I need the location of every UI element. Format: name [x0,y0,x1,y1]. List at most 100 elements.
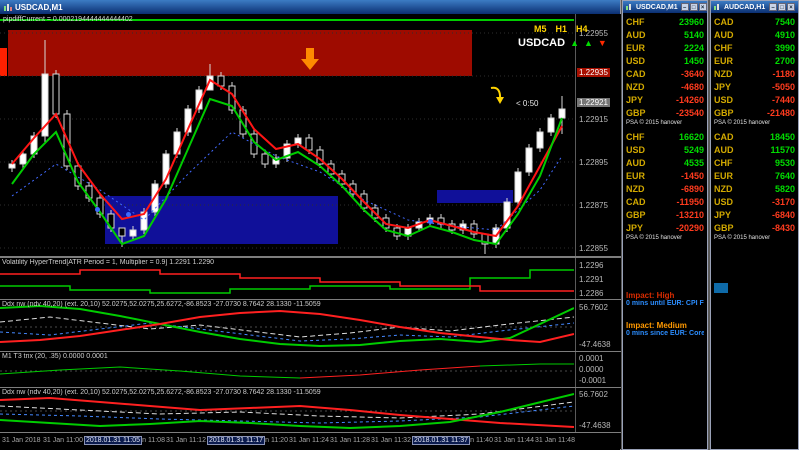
price-axis[interactable]: 1.22955 1.22935 1.22915 1.22895 1.22875 1.228… [575,14,621,256]
main-chart-panel: pipdiffCurrent = 0.0002194444444444402 M… [0,14,621,257]
news-impact-label: Impact: Medium [626,321,687,330]
currency-code: AUD [714,144,734,155]
currency-value: 16620 [678,131,704,142]
currency-value: 3990 [774,42,795,53]
minimize-button[interactable]: – [769,3,777,11]
currency-row: GBP -23540 [623,106,707,119]
currency-row: USD -3170 [711,195,798,208]
currency-row: CAD -3640 [623,67,707,80]
price-label: 56.7602 [579,303,608,312]
currency-value: -4680 [680,81,704,92]
price-label: 0.0001 [579,354,604,363]
price-label: 1.2291 [579,275,604,284]
price-chart[interactable] [0,14,574,256]
strength-window-usdcad: USDCAD,M1 – □ × CHF 23960 AUD 5140 EUR 2224 US… [622,0,708,450]
side-window-titlebar[interactable]: AUDCAD,H1 – □ × [711,1,798,13]
currency-code: CHF [626,16,645,27]
restore-button[interactable]: □ [778,3,786,11]
time-label: 31 Jan 11:28 [330,437,370,444]
close-button[interactable]: × [698,3,707,11]
minimize-button[interactable]: – [680,3,689,11]
psa-copyright: PSA © 2015 hanover [626,120,683,126]
indicator-panel-ddx-1: Ddx nw (ndv 40,20) (ext. 20,10) 52.0275,… [0,299,621,351]
currency-value: -6840 [771,209,795,220]
currency-row: NZD -4680 [623,80,707,93]
signal-dot-icon [126,212,131,217]
signal-dot-icon [428,219,433,224]
currency-value: -14260 [675,94,704,105]
close-button[interactable]: × [787,3,795,11]
currency-code: CHF [626,131,645,142]
tf-h1-label[interactable]: H1 [556,24,568,34]
currency-code: NZD [626,183,645,194]
price-label: 1.2286 [579,289,604,298]
currency-code: GBP [714,107,734,118]
currency-code: AUD [626,29,646,40]
currency-row: AUD 4535 [623,156,707,169]
strength-panel-body: CHF 23960 AUD 5140 EUR 2224 USD 1450 CAD -3640 NZD… [623,13,707,338]
currency-row: CHF 3990 [711,41,798,54]
side-window-title: USDCAD,M1 [636,3,678,11]
price-label: 1.22875 [579,201,608,210]
currency-row: AUD 11570 [711,143,798,156]
currency-value: 5140 [683,29,704,40]
news-item: Impact: Medium 0 mins since EUR: Core C [626,321,704,337]
h1-up-arrow-icon: ▲ [583,38,593,48]
price-label: 0.0000 [579,365,604,374]
currency-value: -5050 [771,81,795,92]
time-label: 31 Jan 11:44 [494,437,534,444]
signal-dot-icon [95,207,100,212]
currency-value: -20290 [675,222,704,233]
currency-code: CHF [714,157,733,168]
side-window-titlebar[interactable]: USDCAD,M1 – □ × [623,1,707,13]
currency-value: 7640 [774,170,795,181]
time-label: 31 Jan 11:12 [166,437,206,444]
mt4-workspace: USDCAD,M1 pipdiffCurrent = 0.00021944444… [0,0,799,450]
currency-row: JPY -14260 [623,93,707,106]
currency-code: EUR [626,42,646,53]
indicator-label: M1 T3 trix (20, .35) 0.0000 0.0001 [2,353,108,360]
price-label: -0.0001 [579,376,607,385]
indicator-label: Ddx nw (ndv 40,20) (ext. 20,10) 52.0275,… [2,389,321,396]
currency-value: -11950 [676,196,704,207]
price-label: -47.4638 [579,421,611,430]
indicator-axis[interactable]: 0.0001 0.0000 -0.0001 [575,352,621,387]
currency-row: USD 5249 [623,143,707,156]
currency-row: NZD -1180 [711,67,798,80]
indicator-axis[interactable]: 56.7602 -47.4638 [575,300,621,351]
time-label: 31 Jan 2018 [2,437,41,444]
currency-row: JPY -20290 [623,221,707,234]
chart-window-usdcad-m1: USDCAD,M1 pipdiffCurrent = 0.00021944444… [0,0,621,450]
currency-row: CAD -11950 [623,195,707,208]
indicator-axis[interactable]: 56.7602 -47.4638 [575,388,621,432]
currency-row: JPY -6840 [711,208,798,221]
currency-value: -1180 [772,68,795,79]
main-window-titlebar[interactable]: USDCAD,M1 [0,0,620,14]
currency-code: EUR [714,170,734,181]
indicator-axis[interactable]: 1.2296 1.2291 1.2286 [575,258,621,299]
currency-value: 23960 [678,16,704,27]
currency-value: 4910 [774,29,795,40]
restore-button[interactable]: □ [689,3,698,11]
time-label: 31 Jan 11:24 [289,437,329,444]
currency-code: AUD [626,157,646,168]
indicator-label: Ddx nw (ndv 40,20) (ext. 20,10) 52.0275,… [2,301,321,308]
time-label: 31 Jan 11:48 [535,437,575,444]
indicator-panel-ddx-2: Ddx nw (ndv 40,20) (ext. 20,10) 52.0275,… [0,387,621,432]
time-axis[interactable]: 31 Jan 2018 31 Jan 11:00 2018.01.31 11:05 3… [0,432,621,449]
tf-m5-label[interactable]: M5 [534,24,547,34]
chart-icon [3,3,12,12]
strength-window-audcad: AUDCAD,H1 – □ × CAD 7540 AUD 4910 CHF 3990 EUR… [710,0,799,450]
price-label: 1.2296 [579,261,604,270]
currency-code: JPY [714,81,732,92]
window-controls: – □ × [680,3,707,11]
tf-h4-label[interactable]: H4 [576,24,588,34]
candle-countdown: < 0:50 [516,99,539,108]
psa-copyright: PSA © 2015 hanover [626,235,683,241]
news-event-text: 0 mins since EUR: Core C [626,330,704,337]
chart-icon [714,3,721,11]
currency-row: CAD 7540 [711,15,798,28]
currency-value: -3170 [771,196,795,207]
window-controls: – □ × [769,3,795,11]
currency-code: NZD [714,68,733,79]
